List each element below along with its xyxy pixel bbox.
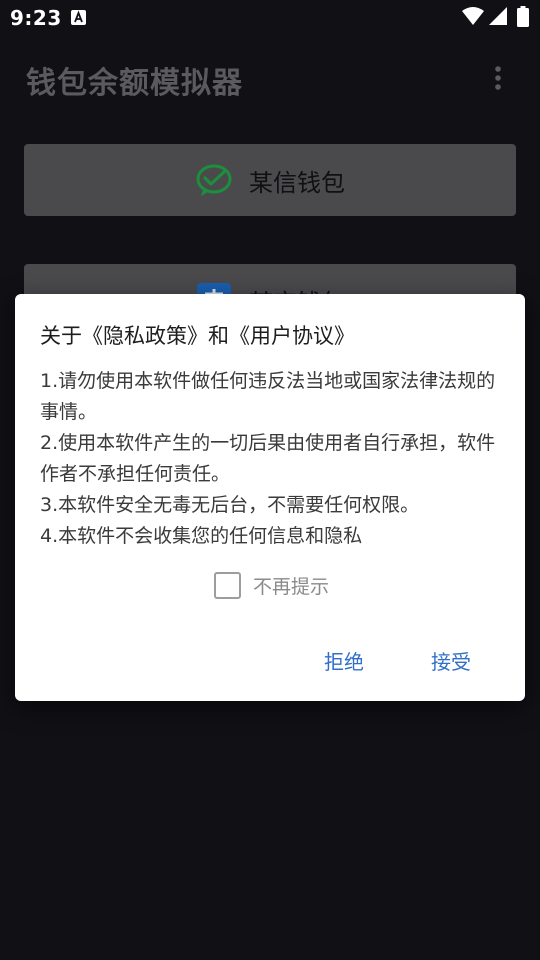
dont-remind-checkbox-row[interactable]: 不再提示: [214, 570, 329, 600]
dialog-body-item: 4.本软件不会收集您的任何信息和隐私: [40, 525, 363, 547]
dialog-body: 1.请勿使用本软件做任何违反法当地或国家法律法规的事情。 2.使用本软件产生的一…: [40, 366, 510, 552]
dialog-body-item: 3.本软件安全无毒无后台，不需要任何权限。: [40, 494, 420, 516]
dialog-title: 关于《隐私政策》和《用户协议》: [40, 324, 355, 348]
dont-remind-checkbox[interactable]: [214, 571, 241, 599]
privacy-dialog: 关于《隐私政策》和《用户协议》 1.请勿使用本软件做任何违反法当地或国家法律法规…: [15, 294, 525, 701]
dialog-body-item: 2.使用本软件产生的一切后果由使用者自行承担，软件作者不承担任何责任。: [40, 432, 496, 485]
accept-button[interactable]: 接受: [425, 642, 477, 679]
app-screen: 9:23 钱包余额模拟器 某信钱包 关于《隐私政策》和《用户协议》 1.请勿使用…: [0, 0, 540, 960]
dont-remind-label: 不再提示: [253, 575, 330, 598]
reject-button[interactable]: 拒绝: [318, 642, 370, 679]
dialog-body-item: 1.请勿使用本软件做任何违反法当地或国家法律法规的事情。: [40, 370, 496, 423]
